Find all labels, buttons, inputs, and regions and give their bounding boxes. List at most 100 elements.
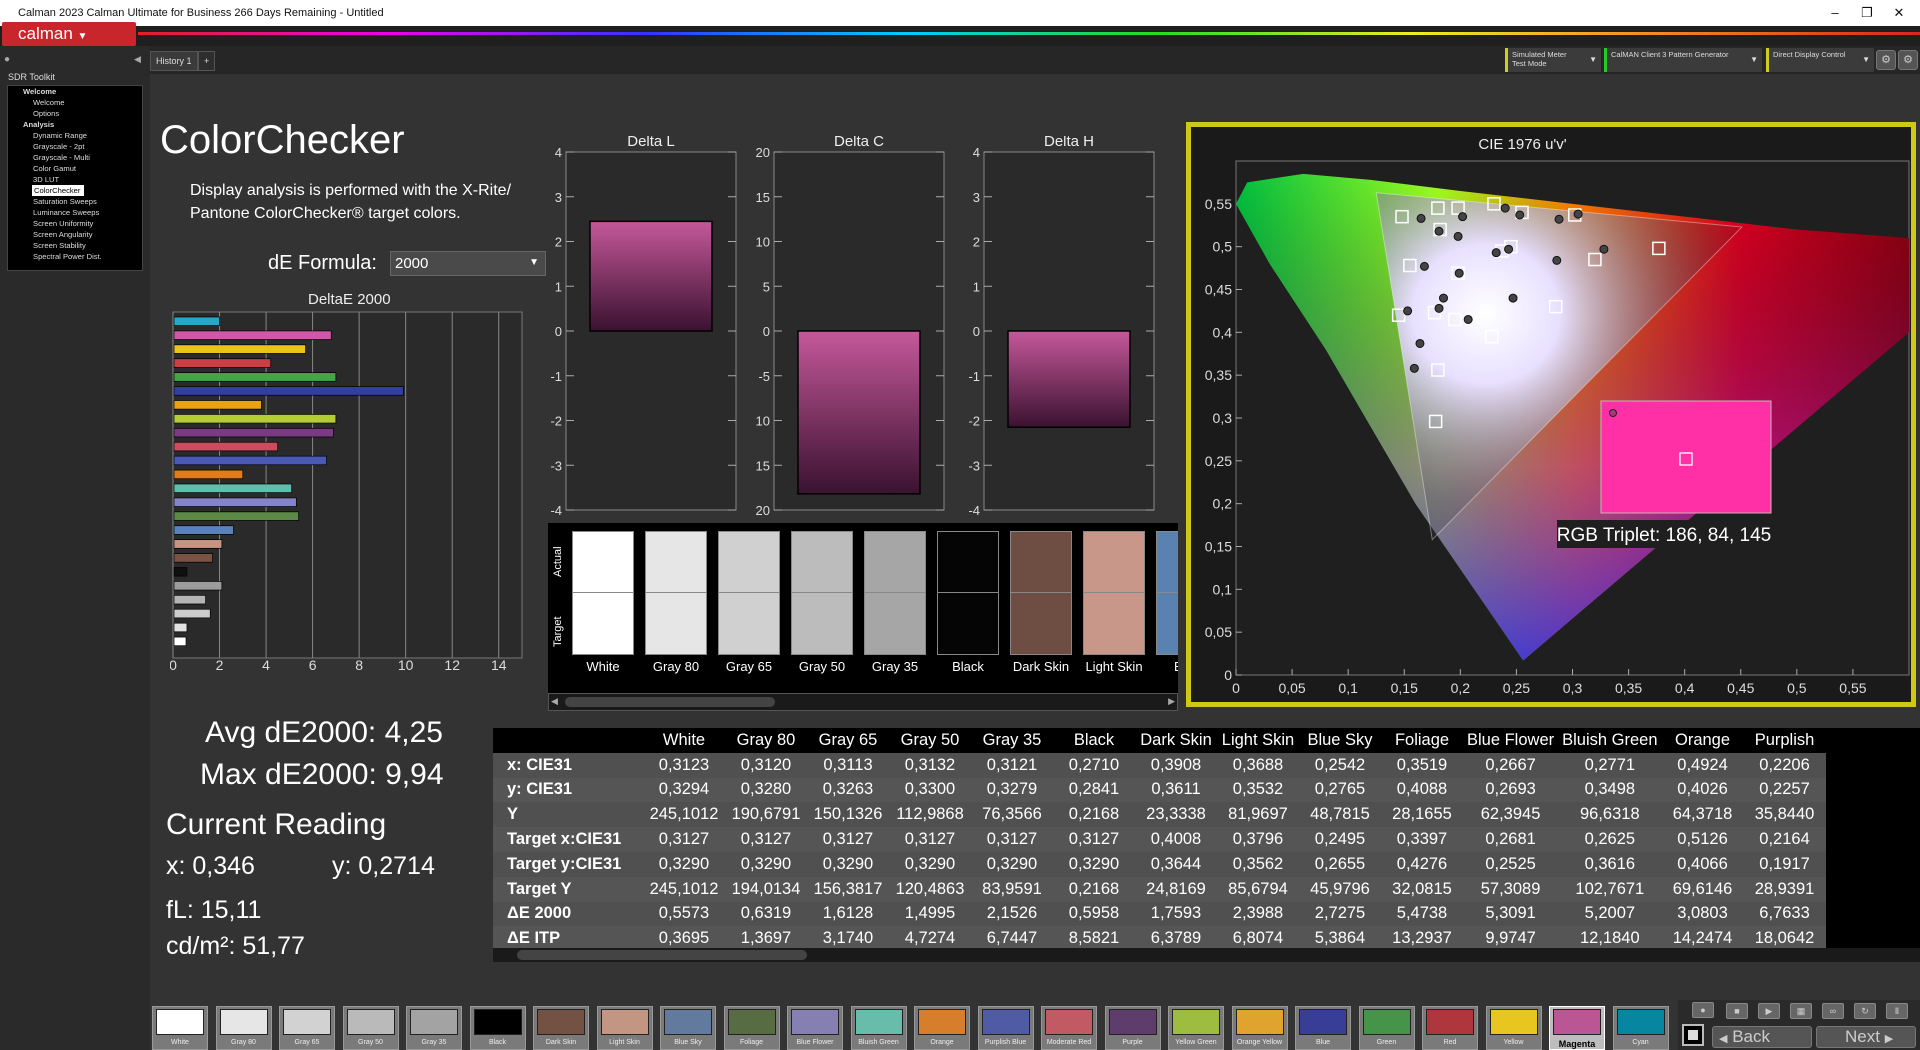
pin-icon[interactable]: ● bbox=[4, 54, 10, 65]
save-icon[interactable]: ▦ bbox=[1790, 1003, 1812, 1019]
delta-bar bbox=[1007, 330, 1131, 428]
tree-item-dynamic-range[interactable]: Dynamic Range bbox=[8, 130, 142, 141]
table-cell: 0,2841 bbox=[1053, 777, 1135, 803]
add-tab-button[interactable]: + bbox=[198, 51, 216, 71]
scroll-left-icon[interactable]: ◀ bbox=[551, 696, 558, 707]
patch-dark-skin[interactable]: Dark Skin bbox=[533, 1006, 589, 1050]
window-title: Calman 2023 Calman Ultimate for Business… bbox=[18, 7, 384, 19]
tree-item-luminance-sweeps[interactable]: Luminance Sweeps bbox=[8, 207, 142, 218]
swatch-target bbox=[791, 593, 853, 655]
tree-item-spectral-power-dist-[interactable]: Spectral Power Dist. bbox=[8, 251, 142, 262]
source-selector-1[interactable]: CalMAN Client 3 Pattern Generator ▼ bbox=[1604, 48, 1762, 72]
patch-blue-sky[interactable]: Blue Sky bbox=[660, 1006, 716, 1050]
table-scroll-thumb[interactable] bbox=[517, 950, 807, 960]
back-button[interactable]: ◀ Back bbox=[1712, 1026, 1812, 1048]
formula-select[interactable]: 2000 ▼ bbox=[390, 251, 546, 276]
deltae-bar bbox=[173, 316, 220, 326]
y-tick-label: 3 bbox=[973, 190, 980, 205]
patch-gray-50[interactable]: Gray 50 bbox=[342, 1006, 399, 1050]
next-button[interactable]: Next ▶ bbox=[1816, 1026, 1916, 1048]
table-cell: 0,4008 bbox=[1135, 827, 1217, 852]
pause-icon[interactable]: Ⅱ bbox=[1886, 1003, 1908, 1019]
x-tick-label: 10 bbox=[398, 657, 414, 670]
table-cell: 81,9697 bbox=[1217, 802, 1299, 828]
tree-item-saturation-sweeps[interactable]: Saturation Sweeps bbox=[8, 196, 142, 207]
tree-item-colorchecker[interactable]: ColorChecker bbox=[32, 185, 84, 196]
patch-swatch bbox=[918, 1009, 966, 1035]
patch-magenta[interactable]: Magenta bbox=[1549, 1006, 1605, 1050]
max-de: Max dE2000: 9,94 bbox=[200, 758, 444, 791]
tree-item-3d-lut[interactable]: 3D LUT bbox=[8, 174, 142, 185]
patch-white[interactable]: White bbox=[152, 1006, 208, 1050]
patch-swatch bbox=[410, 1009, 458, 1035]
tree-item-grayscale-2pt[interactable]: Grayscale - 2pt bbox=[8, 141, 142, 152]
patch-foliage[interactable]: Foliage bbox=[723, 1006, 780, 1050]
source-selector-2[interactable]: Direct Display Control ▼ bbox=[1766, 48, 1874, 72]
patch-swatch bbox=[727, 1009, 776, 1035]
patch-purplish-blue[interactable]: Purplish Blue bbox=[977, 1006, 1034, 1050]
patch-purple[interactable]: Purple bbox=[1104, 1006, 1161, 1050]
patch-blue[interactable]: Blue bbox=[1295, 1006, 1351, 1050]
patch-light-skin[interactable]: Light Skin bbox=[596, 1006, 653, 1050]
close-button[interactable]: ✕ bbox=[1884, 0, 1914, 26]
patch-blue-flower[interactable]: Blue Flower bbox=[787, 1006, 843, 1050]
patch-green[interactable]: Green bbox=[1358, 1006, 1415, 1050]
refresh-icon[interactable]: ↻ bbox=[1854, 1003, 1876, 1019]
tree-item-analysis[interactable]: Analysis bbox=[8, 119, 142, 130]
collapse-icon[interactable]: ◀ bbox=[134, 54, 141, 65]
patch-orange[interactable]: Orange bbox=[914, 1006, 970, 1050]
deltae-bar bbox=[173, 594, 206, 605]
deltae-bar bbox=[173, 330, 332, 340]
tree-item-screen-stability[interactable]: Screen Stability bbox=[8, 240, 142, 251]
table-scrollbar[interactable] bbox=[493, 948, 1920, 962]
scroll-right-icon[interactable]: ▶ bbox=[1168, 696, 1175, 707]
gear-icon[interactable]: ⚙ bbox=[1898, 50, 1918, 70]
measured-point bbox=[1415, 338, 1425, 348]
table-cell: 0,2681 bbox=[1463, 827, 1559, 852]
maximize-button[interactable]: ❐ bbox=[1852, 0, 1882, 26]
y-tick-label: 0,15 bbox=[1205, 539, 1232, 555]
y-tick-label: 0,2 bbox=[1213, 496, 1233, 512]
patch-moderate-red[interactable]: Moderate Red bbox=[1041, 1006, 1097, 1050]
stop-icon[interactable]: ■ bbox=[1726, 1003, 1748, 1019]
minimize-button[interactable]: – bbox=[1820, 0, 1850, 26]
table-cell: 120,4863 bbox=[889, 876, 971, 902]
table-cell: 28,9391 bbox=[1743, 876, 1826, 902]
patch-gray-80[interactable]: Gray 80 bbox=[215, 1006, 272, 1050]
tree-item-color-gamut[interactable]: Color Gamut bbox=[8, 163, 142, 174]
patch-gray-35[interactable]: Gray 35 bbox=[406, 1006, 462, 1050]
y-tick-label: 15 bbox=[756, 190, 770, 205]
patch-bluish-green[interactable]: Bluish Green bbox=[850, 1006, 907, 1050]
next-arrow-icon: ▶ bbox=[1884, 1033, 1894, 1045]
settings-icon[interactable]: ⚙ bbox=[1876, 50, 1896, 70]
rainbow-strip bbox=[138, 32, 1920, 35]
tree-item-screen-uniformity[interactable]: Screen Uniformity bbox=[8, 218, 142, 229]
patch-orange-yellow[interactable]: Orange Yellow bbox=[1231, 1006, 1288, 1050]
x-tick-label: 0 bbox=[170, 657, 177, 670]
patch-yellow[interactable]: Yellow bbox=[1485, 1006, 1542, 1050]
table-cell: 0,3300 bbox=[889, 777, 971, 803]
tree-item-welcome[interactable]: Welcome bbox=[8, 97, 142, 108]
tree-item-options[interactable]: Options bbox=[8, 108, 142, 119]
calman-logo[interactable]: calman ▼ bbox=[2, 22, 136, 46]
record-icon[interactable]: ● bbox=[1692, 1002, 1714, 1018]
stop-button[interactable] bbox=[1682, 1024, 1704, 1046]
swatch-target bbox=[718, 593, 780, 655]
play-icon[interactable]: ▶ bbox=[1758, 1003, 1780, 1019]
y-tick-label: 0,4 bbox=[1213, 324, 1233, 340]
table-cell: 64,3718 bbox=[1661, 802, 1744, 828]
loop-icon[interactable]: ∞ bbox=[1822, 1003, 1844, 1019]
patch-yellow-green[interactable]: Yellow Green bbox=[1168, 1006, 1224, 1050]
patch-gray-65[interactable]: Gray 65 bbox=[279, 1006, 335, 1050]
swatch-scrollbar[interactable]: ◀ ▶ bbox=[548, 693, 1178, 711]
history-tab[interactable]: History 1 bbox=[150, 51, 198, 71]
tree-item-welcome[interactable]: Welcome bbox=[8, 86, 142, 97]
patch-cyan[interactable]: Cyan bbox=[1612, 1006, 1669, 1050]
tree-item-grayscale-multi[interactable]: Grayscale - Multi bbox=[8, 152, 142, 163]
swatch-target bbox=[1010, 593, 1072, 655]
patch-black[interactable]: Black bbox=[469, 1006, 526, 1050]
source-selector-0[interactable]: Simulated Meter Test Mode ▼ bbox=[1505, 48, 1601, 72]
tree-item-screen-angularity[interactable]: Screen Angularity bbox=[8, 229, 142, 240]
patch-red[interactable]: Red bbox=[1422, 1006, 1478, 1050]
scroll-thumb[interactable] bbox=[565, 697, 775, 707]
